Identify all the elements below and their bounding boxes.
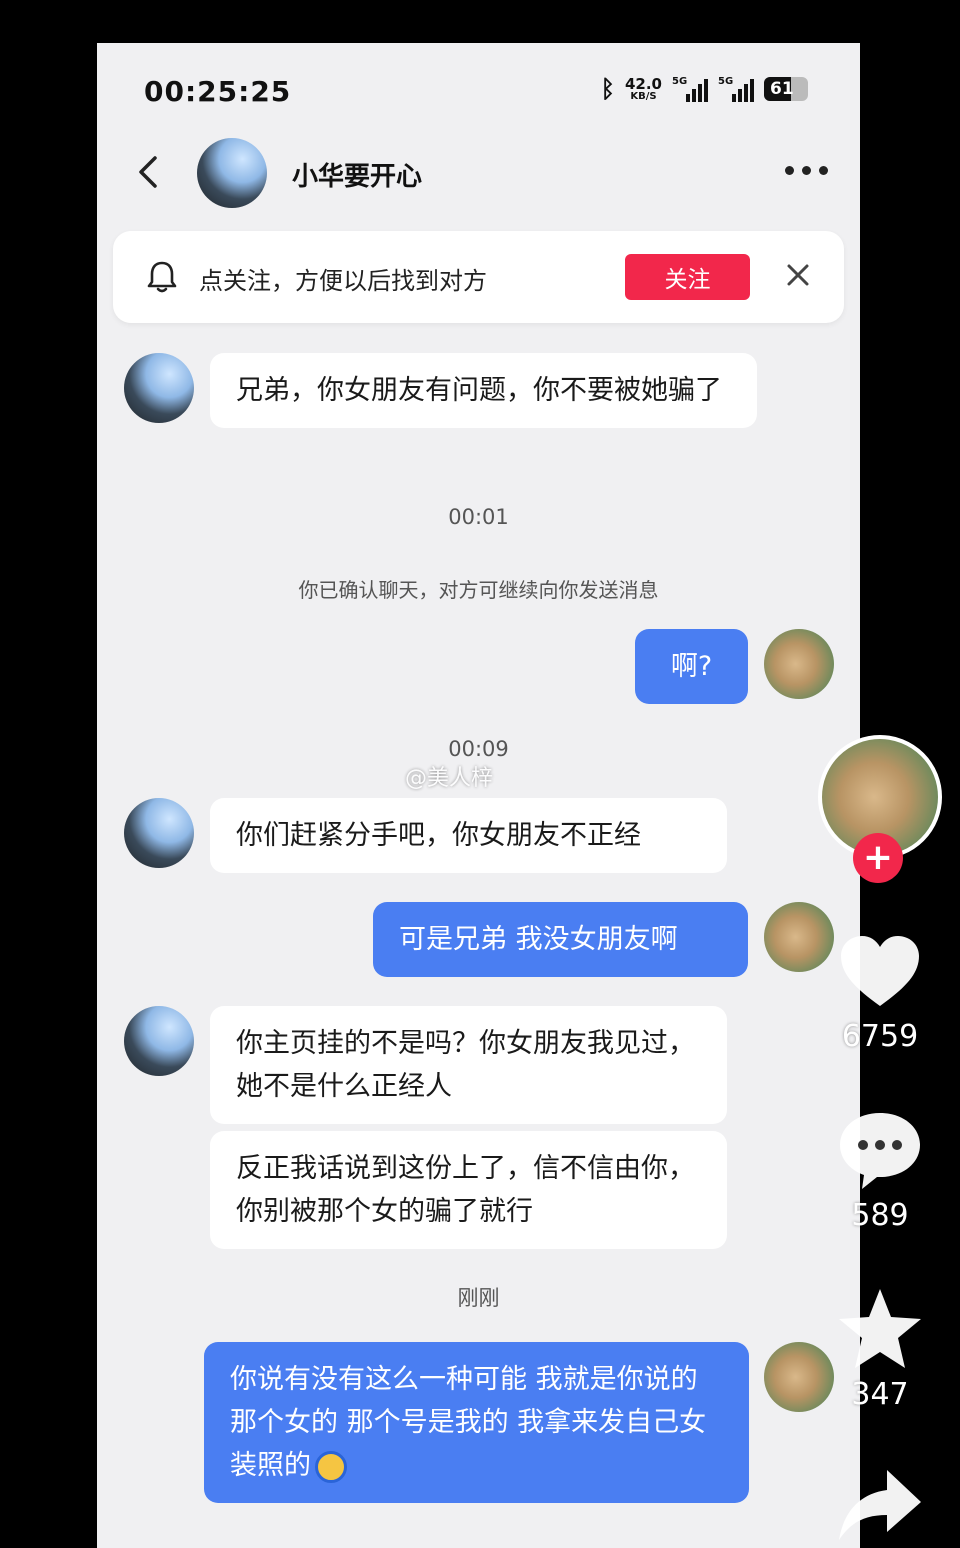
chat-screen: 00:25:25 ᛒ 42.0 KB/S 5G 5G 61 小华要开心 点关注，… [97,43,860,1548]
message-bubble-incoming[interactable]: 反正我话说到这份上了，信不信由你，你别被那个女的骗了就行 [210,1131,727,1249]
bell-icon [147,261,177,293]
status-icons: ᛒ 42.0 KB/S 5G 5G 61 [601,75,808,103]
signal-icon-2: 5G [718,76,754,102]
network-speed-unit: KB/S [630,90,657,102]
contact-avatar[interactable] [197,138,267,208]
battery-level: 61 [770,79,794,99]
signal-icon: 5G [672,76,708,102]
peer-avatar[interactable] [124,1006,194,1076]
message-bubble-incoming[interactable]: 兄弟，你女朋友有问题，你不要被她骗了 [210,353,757,428]
follow-button[interactable]: 关注 [625,254,750,300]
message-bubble-outgoing[interactable]: 可是兄弟 我没女朋友啊 [373,902,748,977]
message-bubble-incoming[interactable]: 你们赶紧分手吧，你女朋友不正经 [210,798,727,873]
close-icon[interactable] [784,261,812,289]
follow-banner: 点关注，方便以后找到对方 关注 [113,231,844,323]
message-timestamp: 00:01 [448,505,509,529]
network-speed: 42.0 KB/S [624,74,662,102]
favorite-count: 347 [851,1377,909,1412]
follow-prompt: 点关注，方便以后找到对方 [199,267,487,295]
message-bubble-outgoing[interactable]: 你说有没有这么一种可能 我就是你说的那个女的 那个号是我的 我拿来发自己女装照的 [204,1342,749,1503]
network-speed-value: 42.0 [624,74,662,93]
back-icon[interactable] [133,152,163,192]
peer-avatar[interactable] [124,798,194,868]
battery-icon: 61 [764,77,808,101]
contact-name[interactable]: 小华要开心 [292,156,422,193]
more-icon[interactable] [785,166,828,175]
chat-header: 小华要开心 [97,138,860,213]
follow-plus-button[interactable]: + [853,833,903,883]
signal-label-2: 5G [718,76,734,87]
message-timestamp: 00:09 [448,737,509,761]
status-bar: 00:25:25 ᛒ 42.0 KB/S 5G 5G 61 [97,43,860,138]
message-bubble-incoming[interactable]: 你主页挂的不是吗？你女朋友我见过，她不是什么正经人 [210,1006,727,1124]
system-note: 你已确认聊天，对方可继续向你发送消息 [298,578,659,602]
message-bubble-outgoing[interactable]: 啊? [635,629,748,704]
signal-label: 5G [672,76,688,87]
comment-icon[interactable] [835,1105,925,1195]
emoji-icon [315,1450,347,1483]
share-icon[interactable] [835,1460,925,1548]
video-side-rail: + 6759 589 347 [810,735,950,1548]
bluetooth-icon: ᛒ [600,75,615,103]
status-time: 00:25:25 [144,75,292,108]
like-count: 6759 [841,1019,919,1054]
peer-avatar[interactable] [124,353,194,423]
heart-icon[interactable] [835,928,925,1018]
my-avatar[interactable] [764,629,834,699]
message-timestamp: 刚刚 [457,1286,500,1310]
comment-count: 589 [851,1198,909,1233]
star-icon[interactable] [835,1285,925,1375]
watermark: @美人梓 [405,766,494,791]
message-text: 你说有没有这么一种可能 我就是你说的那个女的 那个号是我的 我拿来发自己女装照的 [230,1364,707,1481]
